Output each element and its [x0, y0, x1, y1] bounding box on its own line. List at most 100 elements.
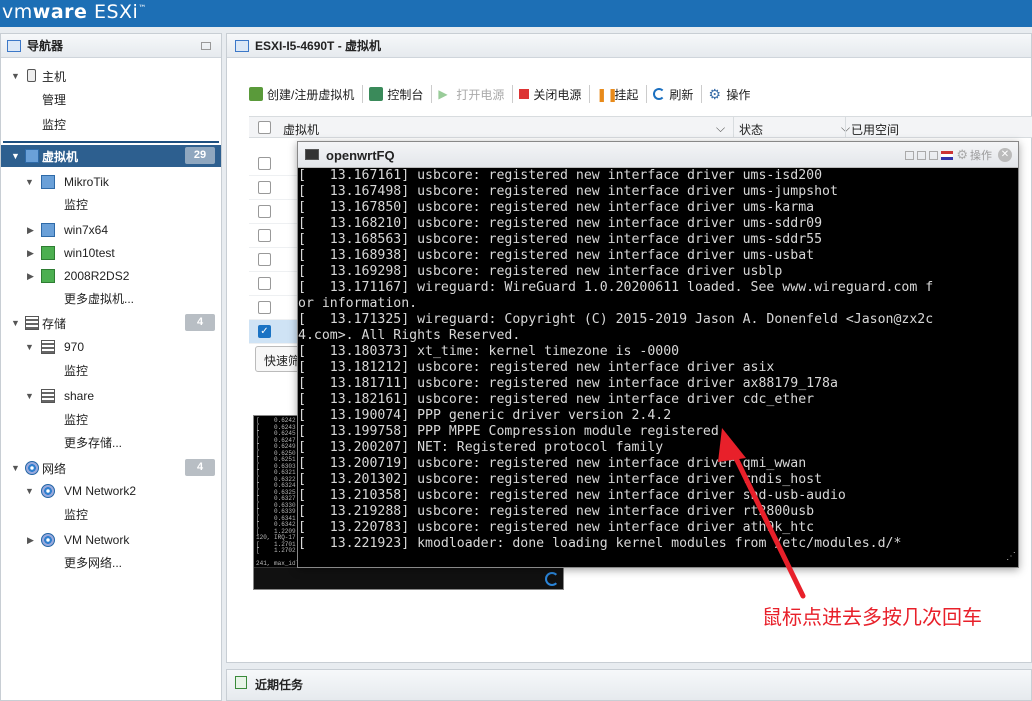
network-icon [41, 484, 55, 498]
navigator-icon [7, 39, 21, 52]
console-window-titlebar[interactable]: openwrtFQ ⚙ 操作 ✕ [298, 142, 1018, 168]
host-icon [27, 69, 36, 82]
restore-icon[interactable] [917, 150, 927, 160]
vm-powered-on-icon [41, 269, 55, 283]
column-status[interactable]: 状态 [739, 121, 763, 138]
nav-network-vm-network2[interactable]: ▼ VM Network2 [1, 480, 221, 502]
resize-handle-icon[interactable]: ⋰ [1006, 549, 1016, 565]
row-checkbox[interactable] [258, 277, 271, 290]
play-icon: ▶ [438, 87, 448, 101]
nav-storage[interactable]: ▼ 存储 4 [1, 312, 221, 334]
stop-icon [519, 89, 530, 99]
nav-datastore-970-monitor[interactable]: 监控 [1, 359, 221, 381]
keyboard-layout-flag-icon[interactable] [941, 150, 954, 160]
terminal-line: [ 13.199758] PPP MPPE Compression module… [298, 424, 719, 439]
row-checkbox-checked[interactable]: ✓ [258, 325, 271, 338]
vm-count-badge: 29 [185, 147, 215, 164]
nav-host[interactable]: ▼ 主机 [1, 65, 221, 87]
refresh-icon[interactable] [545, 572, 559, 586]
row-checkbox[interactable] [258, 205, 271, 218]
collapse-panel-icon[interactable] [201, 42, 211, 50]
datastore-icon [41, 340, 55, 354]
nav-host-label: 主机 [42, 69, 67, 84]
row-checkbox[interactable] [258, 301, 271, 314]
nav-virtual-machines[interactable]: ▼ 虚拟机 29 [1, 145, 221, 167]
chevron-down-icon[interactable]: ▼ [11, 71, 20, 81]
row-checkbox[interactable] [258, 181, 271, 194]
chevron-down-icon[interactable]: ▼ [25, 177, 34, 187]
column-divider [845, 117, 846, 138]
power-off-button[interactable]: 关闭电源 [519, 85, 591, 103]
vm-icon [25, 149, 39, 163]
nav-vm-2008r2ds2[interactable]: ▶ 2008R2DS2 [1, 265, 221, 287]
chevron-right-icon[interactable]: ▶ [27, 271, 34, 282]
nav-network-vm-network[interactable]: ▶ VM Network [1, 529, 221, 551]
console-actions-button[interactable]: 操作 [970, 147, 992, 163]
row-checkbox[interactable] [258, 157, 271, 170]
nav-vm-win7x64[interactable]: ▶ win7x64 [1, 219, 221, 241]
gear-icon[interactable]: ⚙ [956, 147, 968, 163]
chevron-down-icon[interactable]: ▼ [25, 486, 34, 496]
row-checkbox[interactable] [258, 229, 271, 242]
console-window[interactable]: openwrtFQ ⚙ 操作 ✕ [ 13.167161] usbcore: r… [297, 141, 1019, 568]
nav-network-vm-network2-monitor[interactable]: 监控 [1, 503, 221, 525]
chevron-down-icon[interactable]: ▼ [11, 151, 20, 161]
suspend-button[interactable]: ❚❚ 挂起 [596, 85, 648, 103]
terminal-line: [ 13.180373] xt_time: kernel timezone is… [298, 344, 680, 359]
chevron-right-icon[interactable]: ▶ [27, 248, 34, 259]
minimize-icon[interactable] [905, 150, 915, 160]
create-register-vm-button[interactable]: 创建/注册虚拟机 [249, 85, 364, 103]
thumbnail-footer [254, 567, 563, 589]
chevron-right-icon[interactable]: ▶ [27, 225, 34, 236]
nav-datastore-970[interactable]: ▼ 970 [1, 336, 221, 358]
chevron-down-icon[interactable]: ▼ [11, 463, 20, 473]
nav-datastore-share-monitor[interactable]: 监控 [1, 408, 221, 430]
nav-more-storage[interactable]: 更多存储... [1, 431, 221, 453]
console-button[interactable]: 控制台 [369, 85, 433, 103]
nav-vm-win10test[interactable]: ▶ win10test [1, 242, 221, 264]
console-terminal-screen[interactable]: [ 13.167161] usbcore: registered new int… [298, 168, 1018, 567]
page-title: ESXI-I5-4690T - 虚拟机 [255, 39, 382, 53]
actions-button[interactable]: ⚙ 操作 [708, 85, 758, 103]
chevron-down-icon[interactable]: ▼ [25, 391, 34, 401]
terminal-line: [ 13.168210] usbcore: registered new int… [298, 216, 823, 231]
quick-filter-input[interactable]: 快速筛 [255, 346, 303, 372]
recent-tasks-panel[interactable]: 近期任务 [226, 669, 1032, 701]
chevron-down-icon[interactable]: ▼ [25, 342, 34, 352]
terminal-line: or information. [298, 296, 418, 311]
column-used-space[interactable]: 已用空间 [851, 121, 899, 138]
gear-icon: ⚙ [708, 86, 721, 102]
network-icon [41, 533, 55, 547]
row-checkbox[interactable] [258, 253, 271, 266]
terminal-line: [ 13.169298] usbcore: registered new int… [298, 264, 783, 279]
terminal-line: [ 13.181212] usbcore: registered new int… [298, 360, 775, 375]
power-on-button[interactable]: ▶ 打开电源 [438, 85, 514, 103]
nav-more-vms[interactable]: 更多虚拟机... [1, 287, 221, 309]
column-vm-sort-icon[interactable]: ⌵ [716, 121, 725, 136]
maximize-icon[interactable] [929, 150, 939, 160]
chevron-right-icon[interactable]: ▶ [27, 535, 34, 546]
datastore-icon [41, 389, 55, 403]
close-icon[interactable]: ✕ [998, 148, 1012, 162]
nav-host-manage[interactable]: 管理 [1, 88, 221, 110]
nav-vm-mikrotik[interactable]: ▼ MikroTik [1, 171, 221, 193]
top-header-bar: vmware ESXi™ [0, 0, 1032, 27]
navigator-panel: 导航器 ▼ 主机 管理 监控 ▼ 虚拟机 29 ▼ MikroTik 监控 ▶ … [0, 33, 222, 701]
nav-vm-mikrotik-monitor[interactable]: 监控 [1, 193, 221, 215]
terminal-line: 4.com>. All Rights Reserved. [298, 328, 521, 343]
nav-host-monitor[interactable]: 监控 [1, 113, 221, 135]
nav-datastore-share[interactable]: ▼ share [1, 385, 221, 407]
refresh-button[interactable]: 刷新 [653, 85, 703, 103]
terminal-line: [ 13.182161] usbcore: registered new int… [298, 392, 815, 407]
nav-more-networks[interactable]: 更多网络... [1, 551, 221, 573]
terminal-line: [ 13.167850] usbcore: registered new int… [298, 200, 815, 215]
storage-count-badge: 4 [185, 314, 215, 331]
annotation-note: 鼠标点进去多按几次回车 [762, 605, 982, 629]
column-vm[interactable]: 虚拟机 [283, 121, 319, 138]
terminal-line: [ 13.190074] PPP generic driver version … [298, 408, 672, 423]
chevron-down-icon[interactable]: ▼ [11, 318, 20, 328]
terminal-line: [ 13.181711] usbcore: registered new int… [298, 376, 838, 391]
nav-networking[interactable]: ▼ 网络 4 [1, 457, 221, 479]
vm-powered-on-icon [41, 246, 55, 260]
select-all-checkbox[interactable] [258, 121, 271, 134]
